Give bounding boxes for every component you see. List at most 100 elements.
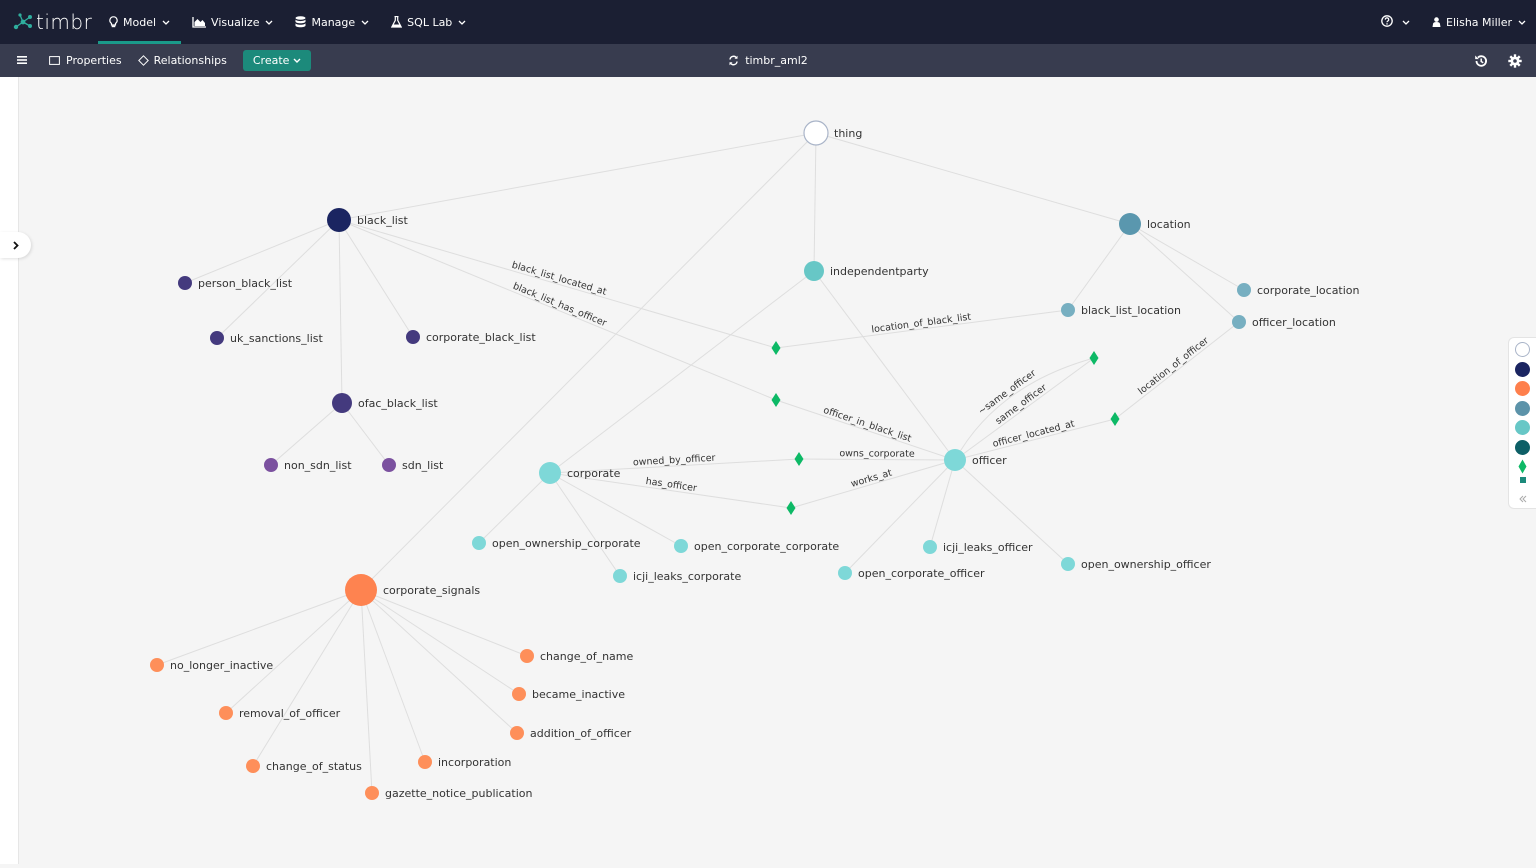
gear-icon[interactable] bbox=[1508, 53, 1522, 68]
node-circle[interactable] bbox=[510, 726, 524, 740]
relationships-tab[interactable]: Relationships bbox=[130, 44, 235, 77]
legend-square-icon[interactable] bbox=[1519, 477, 1526, 483]
node-open_corporate_officer[interactable]: open_corporate_officer bbox=[838, 566, 985, 580]
node-label[interactable]: incorporation bbox=[438, 756, 511, 769]
node-circle[interactable] bbox=[520, 649, 534, 663]
node-officer[interactable]: officer bbox=[944, 449, 1007, 471]
create-button[interactable]: Create bbox=[242, 50, 312, 71]
node-officer_location[interactable]: officer_location bbox=[1232, 315, 1336, 329]
node-circle[interactable] bbox=[382, 458, 396, 472]
node-label[interactable]: open_corporate_officer bbox=[858, 567, 985, 580]
legend-relation-diamond-icon[interactable] bbox=[1518, 459, 1527, 474]
legend-color-1[interactable] bbox=[1515, 361, 1530, 377]
nav-visualize[interactable]: Visualize bbox=[181, 0, 284, 44]
relation-diamond-r1[interactable] bbox=[771, 341, 781, 355]
node-circle[interactable] bbox=[327, 208, 351, 232]
node-label[interactable]: gazette_notice_publication bbox=[385, 787, 532, 800]
node-label[interactable]: ofac_black_list bbox=[358, 397, 438, 410]
node-location[interactable]: location bbox=[1119, 213, 1191, 235]
node-circle[interactable] bbox=[1232, 315, 1246, 329]
node-change_of_status[interactable]: change_of_status bbox=[246, 759, 362, 773]
node-circle[interactable] bbox=[178, 276, 192, 290]
node-label[interactable]: open_ownership_corporate bbox=[492, 537, 641, 550]
node-circle[interactable] bbox=[539, 462, 561, 484]
legend-color-2[interactable] bbox=[1515, 381, 1530, 396]
relation-diamond-r4[interactable] bbox=[786, 501, 796, 515]
node-circle[interactable] bbox=[246, 759, 260, 773]
node-icji_leaks_officer[interactable]: icji_leaks_officer bbox=[923, 540, 1033, 554]
ontology-selector[interactable]: timbr_aml2 bbox=[728, 54, 808, 67]
node-thing[interactable]: thing bbox=[803, 120, 862, 146]
node-corporate[interactable]: corporate bbox=[539, 462, 621, 484]
node-no_longer_inactive[interactable]: no_longer_inactive bbox=[150, 658, 273, 672]
node-label[interactable]: non_sdn_list bbox=[284, 459, 352, 472]
node-circle[interactable] bbox=[406, 330, 420, 344]
node-circle[interactable] bbox=[345, 574, 377, 606]
node-circle[interactable] bbox=[332, 393, 352, 413]
node-label[interactable]: removal_of_officer bbox=[239, 707, 341, 720]
node-label[interactable]: officer_location bbox=[1252, 316, 1336, 329]
node-label[interactable]: corporate_black_list bbox=[426, 331, 536, 344]
relation-diamond-r2[interactable] bbox=[771, 393, 781, 407]
node-label[interactable]: change_of_name bbox=[540, 650, 634, 663]
node-label[interactable]: location bbox=[1147, 218, 1191, 231]
node-circle[interactable] bbox=[264, 458, 278, 472]
node-label[interactable]: icji_leaks_officer bbox=[943, 541, 1033, 554]
nav-model[interactable]: Model bbox=[98, 0, 182, 44]
node-circle[interactable] bbox=[365, 786, 379, 800]
node-sdn_list[interactable]: sdn_list bbox=[382, 458, 444, 472]
node-corporate_signals[interactable]: corporate_signals bbox=[345, 574, 480, 606]
legend-color-4[interactable] bbox=[1515, 420, 1530, 435]
properties-tab[interactable]: Properties bbox=[41, 44, 130, 77]
node-label[interactable]: black_list_location bbox=[1081, 304, 1181, 317]
double-chevron-left-icon[interactable] bbox=[1518, 495, 1527, 503]
node-circle[interactable] bbox=[1119, 213, 1141, 235]
node-label[interactable]: uk_sanctions_list bbox=[230, 332, 323, 345]
node-circle[interactable] bbox=[219, 706, 233, 720]
node-circle[interactable] bbox=[838, 566, 852, 580]
node-label[interactable]: open_ownership_officer bbox=[1081, 558, 1211, 571]
node-label[interactable]: corporate bbox=[567, 467, 621, 480]
relation-edge-label[interactable]: owns_corporate bbox=[839, 448, 915, 459]
node-corporate_location[interactable]: corporate_location bbox=[1237, 283, 1360, 297]
user-menu[interactable]: Elisha Miller bbox=[1421, 0, 1536, 44]
node-addition_of_officer[interactable]: addition_of_officer bbox=[510, 726, 632, 740]
node-label[interactable]: change_of_status bbox=[266, 760, 362, 773]
node-open_ownership_corporate[interactable]: open_ownership_corporate bbox=[472, 536, 641, 550]
node-uk_sanctions_list[interactable]: uk_sanctions_list bbox=[210, 331, 323, 345]
legend-color-5[interactable] bbox=[1515, 439, 1530, 455]
node-corporate_black_list[interactable]: corporate_black_list bbox=[406, 330, 536, 344]
node-circle[interactable] bbox=[1061, 303, 1075, 317]
node-independentparty[interactable]: independentparty bbox=[804, 261, 929, 281]
timbr-logo[interactable]: timbr bbox=[12, 0, 98, 44]
relation-edge-label[interactable]: owned_by_officer bbox=[633, 453, 716, 469]
relation-edge[interactable] bbox=[790, 459, 956, 509]
node-icji_leaks_corporate[interactable]: icji_leaks_corporate bbox=[613, 569, 741, 583]
node-label[interactable]: independentparty bbox=[830, 265, 929, 278]
ontology-graph-canvas[interactable]: black_list_located_at location_of_black_l… bbox=[20, 77, 1536, 864]
legend-color-3[interactable] bbox=[1515, 400, 1530, 416]
node-circle[interactable] bbox=[150, 658, 164, 672]
node-removal_of_officer[interactable]: removal_of_officer bbox=[219, 706, 341, 720]
history-icon[interactable] bbox=[1474, 54, 1488, 68]
node-circle[interactable] bbox=[923, 540, 937, 554]
relation-edge[interactable] bbox=[775, 309, 1069, 349]
relation-edge[interactable] bbox=[338, 219, 777, 401]
node-label[interactable]: officer bbox=[972, 454, 1007, 467]
relation-diamond-r5[interactable] bbox=[1089, 351, 1099, 365]
node-circle[interactable] bbox=[472, 536, 486, 550]
relation-edge-label[interactable]: works_at bbox=[850, 467, 894, 489]
node-circle[interactable] bbox=[512, 687, 526, 701]
node-circle[interactable] bbox=[944, 449, 966, 471]
node-circle[interactable] bbox=[1237, 283, 1251, 297]
node-circle[interactable] bbox=[674, 539, 688, 553]
relation-edge-label[interactable]: has_officer bbox=[645, 476, 698, 494]
node-change_of_name[interactable]: change_of_name bbox=[520, 649, 634, 663]
legend-color-0[interactable] bbox=[1515, 342, 1530, 357]
hamburger-menu-button[interactable] bbox=[0, 44, 41, 77]
node-circle[interactable] bbox=[804, 261, 824, 281]
node-open_ownership_officer[interactable]: open_ownership_officer bbox=[1061, 557, 1211, 571]
node-circle[interactable] bbox=[613, 569, 627, 583]
node-circle[interactable] bbox=[803, 120, 829, 146]
node-label[interactable]: corporate_location bbox=[1257, 284, 1360, 297]
